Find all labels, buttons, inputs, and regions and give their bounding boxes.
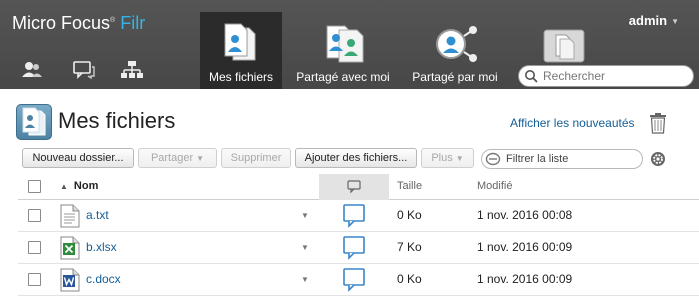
comments-icon[interactable]: [72, 60, 96, 80]
top-header: Micro Focus® Filr Mes fichiers Partagé a…: [0, 0, 699, 89]
file-modified-date: 1 nov. 2016 00:09: [477, 272, 573, 286]
row-checkbox[interactable]: [28, 209, 41, 222]
column-header-size[interactable]: Taille: [397, 174, 422, 200]
org-chart-icon[interactable]: [120, 60, 144, 80]
nav-my-files[interactable]: Mes fichiers: [200, 12, 282, 89]
nav-shared-by-me[interactable]: Partagé par moi: [406, 12, 504, 89]
text-file-icon: [60, 204, 80, 233]
net-folders-icon: [542, 26, 586, 67]
nav-shared-with-me[interactable]: Partagé avec moi: [290, 12, 396, 89]
my-files-icon: [219, 22, 263, 67]
shared-by-me-icon: [431, 22, 479, 67]
comment-icon: [347, 180, 361, 199]
brand-name: Micro Focus: [12, 13, 111, 33]
file-modified-date: 1 nov. 2016 00:08: [477, 208, 573, 222]
page-title: Mes fichiers: [58, 108, 176, 133]
filter-icon: [485, 152, 501, 171]
add-files-button[interactable]: Ajouter des fichiers...: [295, 148, 417, 168]
filter-input[interactable]: [506, 152, 636, 166]
file-name-link[interactable]: a.txt: [86, 208, 109, 222]
row-checkbox[interactable]: [28, 273, 41, 286]
row-checkbox[interactable]: [28, 241, 41, 254]
comment-icon[interactable]: [343, 236, 365, 265]
row-menu-chevron-icon[interactable]: ▼: [301, 211, 309, 220]
excel-file-icon: [60, 236, 80, 265]
more-button-label: Plus: [431, 152, 453, 164]
table-row[interactable]: b.xlsx ▼ 7 Ko 1 nov. 2016 00:09: [18, 232, 699, 264]
nav-shared-by-me-label: Partagé par moi: [412, 70, 498, 84]
user-menu[interactable]: admin ▼: [629, 13, 679, 28]
row-menu-chevron-icon[interactable]: ▼: [301, 243, 309, 252]
nav-my-files-label: Mes fichiers: [208, 70, 273, 84]
table-row[interactable]: a.txt ▼ 0 Ko 1 nov. 2016 00:08: [18, 200, 699, 232]
file-modified-date: 1 nov. 2016 00:09: [477, 240, 573, 254]
search-box[interactable]: [518, 65, 694, 87]
filter-box[interactable]: [481, 149, 643, 169]
comment-icon[interactable]: [343, 204, 365, 233]
search-icon: [524, 69, 538, 88]
chevron-down-icon: ▼: [671, 17, 679, 27]
file-size: 0 Ko: [397, 272, 422, 286]
trash-icon[interactable]: [648, 112, 668, 139]
user-name: admin: [628, 13, 668, 28]
gear-icon[interactable]: [650, 151, 666, 172]
sort-icon: ▲: [60, 182, 68, 191]
nav-shared-with-me-label: Partagé avec moi: [296, 70, 390, 84]
brand-product: Filr: [120, 13, 146, 33]
table-row[interactable]: c.docx ▼ 0 Ko 1 nov. 2016 00:09: [18, 264, 699, 296]
brand-logo: Micro Focus® Filr: [12, 13, 145, 34]
more-button[interactable]: Plus ▼: [421, 148, 474, 168]
delete-button[interactable]: Supprimer: [221, 148, 291, 168]
column-header-comments[interactable]: [319, 174, 389, 200]
file-size: 7 Ko: [397, 240, 422, 254]
search-input[interactable]: [543, 68, 688, 84]
chevron-down-icon: ▼: [455, 154, 464, 163]
my-files-title-icon: [16, 104, 52, 140]
people-icon[interactable]: [20, 60, 44, 80]
column-header-name[interactable]: ▲ Nom: [60, 174, 98, 200]
row-menu-chevron-icon[interactable]: ▼: [301, 275, 309, 284]
whats-new-link[interactable]: Afficher les nouveautés: [510, 116, 635, 130]
toolbar: Nouveau dossier... Partager ▼ Supprimer A…: [18, 146, 698, 172]
comment-icon[interactable]: [343, 268, 365, 297]
table-header: ▲ Nom Taille Modifié: [18, 174, 699, 200]
brand-registered-mark: ®: [110, 17, 116, 24]
share-button-label: Partager: [150, 152, 194, 164]
file-name-link[interactable]: b.xlsx: [86, 240, 117, 254]
column-header-modified[interactable]: Modifié: [477, 174, 512, 200]
share-button[interactable]: Partager ▼: [138, 148, 217, 168]
file-name-link[interactable]: c.docx: [86, 272, 121, 286]
select-all-checkbox[interactable]: [28, 180, 41, 193]
chevron-down-icon: ▼: [196, 154, 205, 163]
file-size: 0 Ko: [397, 208, 422, 222]
column-name-label: Nom: [73, 180, 99, 192]
word-file-icon: [60, 268, 80, 297]
shared-with-me-icon: [319, 22, 367, 67]
new-folder-button[interactable]: Nouveau dossier...: [22, 148, 134, 168]
